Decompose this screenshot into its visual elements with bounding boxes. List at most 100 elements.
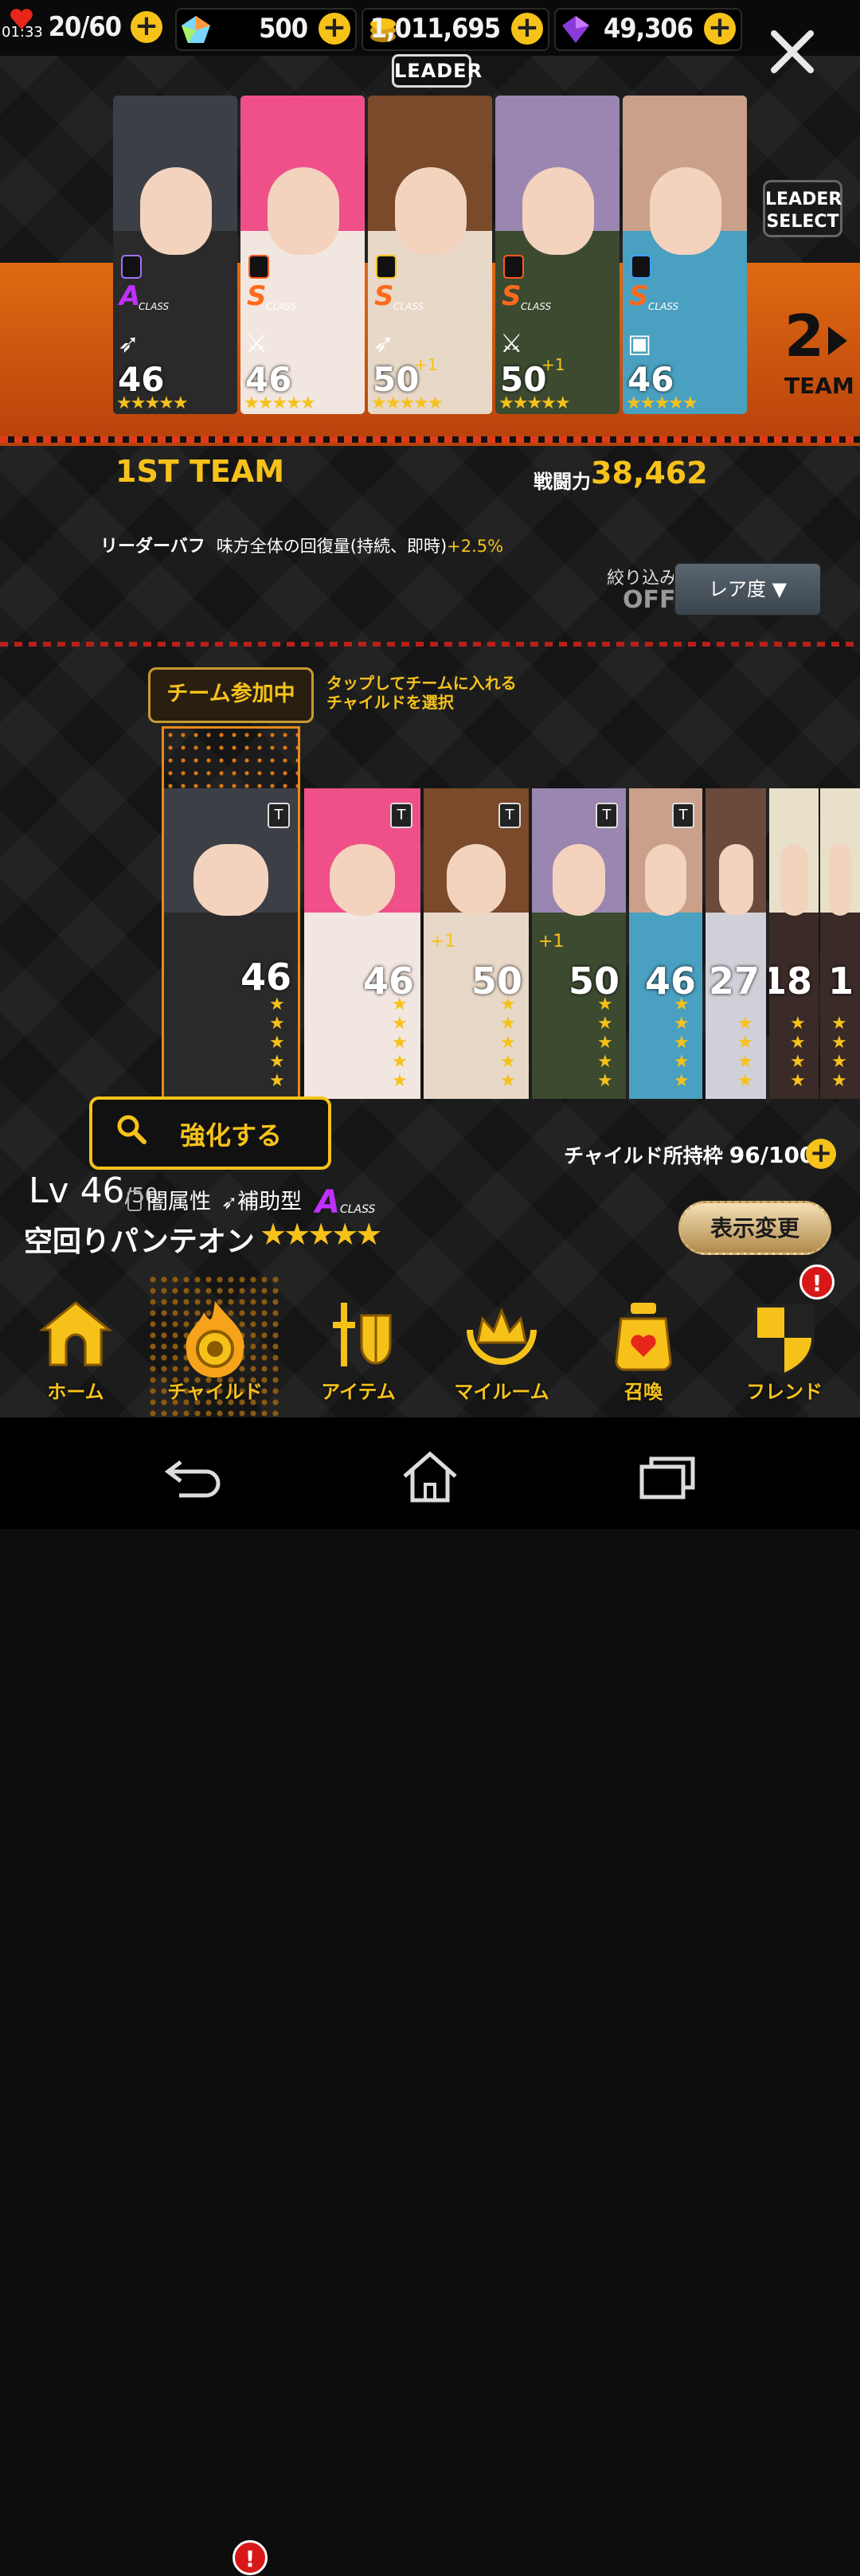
child-card[interactable]: T 46 ★★★★★ [304, 788, 420, 1099]
friend-icon [754, 1304, 815, 1377]
next-team-button[interactable]: 2 [784, 303, 824, 369]
add-crystal-button[interactable]: + [704, 13, 736, 45]
leader-tag: LEADER [392, 54, 482, 88]
summon-icon [615, 1303, 672, 1371]
change-view-button[interactable]: 表示変更 [678, 1201, 831, 1255]
team-card[interactable]: S CLASS ➶ 50 +1 ★★★★★ [368, 96, 492, 414]
sort-dropdown[interactable]: レア度 ▼ [674, 562, 822, 616]
section-divider [0, 642, 860, 647]
team-tag-icon: T [672, 803, 694, 828]
child-card[interactable]: T 50 +1 ★★★★★ [424, 788, 529, 1099]
element-icon [376, 255, 397, 279]
nav-child[interactable]: チャイルド [147, 1274, 283, 1417]
child-card[interactable]: T 46 ★★★★★ [629, 788, 702, 1099]
class-label: CLASS [521, 301, 552, 312]
role-icon: ⚔ [245, 328, 268, 358]
class-label: CLASS [266, 301, 297, 312]
team-card[interactable]: S CLASS ⚔ 46 ★★★★★ [240, 96, 365, 414]
nav-summon[interactable]: 召喚 [576, 1274, 711, 1417]
class-grade: S [374, 280, 394, 312]
selected-rarity-stars: ★★★★★ [260, 1217, 382, 1252]
child-card[interactable]: 1 ★★★★ [820, 788, 860, 1099]
wing-icon: ➶ [221, 1191, 238, 1214]
system-nav-bar [0, 1417, 860, 1529]
nav-item[interactable]: アイテム [291, 1274, 426, 1417]
child-card[interactable]: 18 ★★★★ [769, 788, 819, 1099]
filter-toggle[interactable]: OFF [623, 586, 676, 614]
resource-bar: 01:33 20/60 + 500 + 1,011,695 + 49,306 + [0, 0, 860, 56]
class-label: CLASS [139, 301, 170, 312]
clock: 01:33 [2, 24, 43, 41]
portrait-face [553, 844, 605, 916]
role-icon: ➶ [373, 328, 394, 358]
card-level: 18 [769, 960, 812, 1003]
child-alert-badge: ! [233, 2540, 268, 2575]
close-icon[interactable] [764, 24, 820, 80]
portrait-face [330, 844, 395, 916]
add-gem-button[interactable]: + [319, 13, 350, 45]
team-card[interactable]: S CLASS ▣ 46 ★★★★★ [623, 96, 747, 414]
element-icon [121, 255, 142, 279]
gem-counter: 500 + [175, 8, 357, 51]
recents-icon[interactable] [639, 1456, 696, 1500]
leader-buff: リーダーバフ 味方全体の回復量(持続、即時)+2.5% [100, 537, 504, 557]
portrait-face [268, 167, 339, 255]
element-icon [248, 255, 269, 279]
nav-home[interactable]: ホーム [8, 1274, 143, 1417]
portrait-face [447, 844, 506, 916]
home-system-icon[interactable] [398, 1449, 462, 1505]
crystal-counter: 49,306 + [554, 8, 742, 51]
team-switch-label: TEAM [784, 373, 854, 399]
child-card[interactable]: T 50 +1 ★★★★★ [532, 788, 626, 1099]
class-grade: A [119, 280, 141, 312]
child-card[interactable]: 27 ★★★★ [706, 788, 766, 1099]
card-level: 1 [827, 960, 854, 1003]
team-card[interactable]: A CLASS ➶ 46 ★★★★★ [113, 96, 237, 414]
stamina-counter: 20/60 + [46, 8, 167, 48]
rarity-stars: ★★★★★ [269, 995, 285, 1091]
back-icon[interactable] [163, 1456, 221, 1500]
role-icon: ⚔ [500, 328, 523, 358]
portrait-face [645, 844, 686, 916]
nav-myroom[interactable]: マイルーム [434, 1274, 569, 1417]
card-level: 46 [240, 956, 291, 999]
selected-type: ➶補助型 [221, 1190, 303, 1214]
team-tag-icon: T [268, 803, 290, 828]
home-icon [38, 1301, 113, 1366]
portrait-face [140, 167, 212, 255]
rarity-stars: ★★★★★ [392, 995, 408, 1091]
gem-icon [182, 16, 210, 43]
role-icon: ▣ [627, 328, 652, 358]
nav-friend[interactable]: フレンド [717, 1274, 852, 1417]
selected-attribute: 闇属性 [127, 1184, 211, 1215]
team-name: 1ST TEAM [115, 454, 285, 489]
portrait-face [719, 844, 753, 916]
child-card[interactable]: T 46 ★★★★★ [164, 788, 298, 1099]
add-stamina-button[interactable]: + [131, 11, 162, 43]
team-tag-icon: T [390, 803, 412, 828]
rarity-stars: ★★★★★ [674, 995, 690, 1091]
portrait-face [194, 844, 268, 916]
class-label: CLASS [393, 301, 424, 312]
team-card[interactable]: S CLASS ⚔ 50 +1 ★★★★★ [495, 96, 620, 414]
power-value: 38,462 [591, 455, 708, 491]
enhance-button[interactable]: 強化する [89, 1096, 331, 1170]
portrait-face [829, 844, 851, 916]
rarity-stars: ★★★★★ [626, 393, 698, 413]
portrait-face [650, 167, 721, 255]
class-grade: S [502, 280, 522, 312]
rarity-stars: ★★★★★ [597, 995, 613, 1091]
portrait-face [395, 167, 467, 255]
expand-capacity-button[interactable]: + [806, 1139, 836, 1169]
selected-child-name: 空回りパンテオン [24, 1225, 255, 1258]
next-team-arrow-icon[interactable] [828, 326, 847, 355]
element-icon [503, 255, 524, 279]
plus-badge: +1 [414, 355, 438, 374]
tap-hint: タップしてチームに入れる チャイルドを選択 [326, 674, 517, 712]
dark-element-icon [127, 1190, 142, 1211]
leader-select-button[interactable]: LEADER SELECT [763, 180, 842, 237]
in-team-badge: チーム参加中 [148, 667, 314, 723]
add-gold-button[interactable]: + [511, 13, 543, 45]
friend-alert-badge: ! [799, 1265, 835, 1300]
rarity-stars: ★★★★ [737, 1014, 753, 1091]
